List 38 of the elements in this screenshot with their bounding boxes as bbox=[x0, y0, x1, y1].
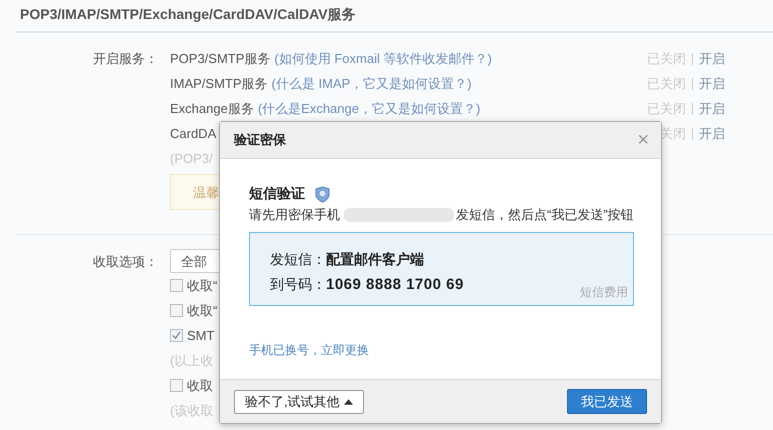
checkbox-label: 收取“ bbox=[187, 302, 218, 320]
checkbox[interactable] bbox=[170, 279, 183, 292]
help-link[interactable]: (如何使用 Foxmail 等软件收发邮件？) bbox=[274, 46, 492, 71]
fee-link[interactable]: 短信费用 bbox=[580, 284, 628, 301]
enable-link[interactable]: 开启 bbox=[699, 71, 725, 96]
field-label: 收取选项： bbox=[93, 254, 158, 269]
page-title: POP3/IMAP/SMTP/Exchange/CardDAV/CalDAV服务 bbox=[16, 6, 773, 33]
enable-link[interactable]: 开启 bbox=[699, 121, 725, 146]
number-label: 到号码： bbox=[270, 276, 326, 292]
shield-icon bbox=[315, 186, 330, 202]
help-link[interactable]: (什么是Exchange，它又是如何设置？) bbox=[258, 96, 480, 121]
alternative-button[interactable]: 验不了,试试其他 bbox=[234, 390, 364, 414]
caret-icon bbox=[344, 398, 353, 404]
checkbox[interactable] bbox=[170, 304, 183, 317]
checkbox-label: SMT bbox=[187, 328, 214, 343]
checkbox-label: 收取 bbox=[187, 376, 213, 394]
help-link[interactable]: (什么是 IMAP，它又是如何设置？) bbox=[272, 71, 472, 96]
enable-link[interactable]: 开启 bbox=[699, 46, 725, 71]
service-name: IMAP/SMTP服务 bbox=[170, 75, 268, 93]
sms-number: 1069 8888 1700 69 bbox=[326, 276, 464, 293]
checkbox[interactable] bbox=[170, 329, 183, 342]
note-text: (以上收 bbox=[170, 352, 214, 370]
checkbox[interactable] bbox=[170, 379, 183, 392]
instruction-text: 发短信，然后点“我已发送”按钮 bbox=[456, 206, 634, 224]
sms-label: 发短信： bbox=[270, 251, 326, 267]
sms-content: 配置邮件客户端 bbox=[326, 251, 424, 267]
dialog-title: 验证密保 bbox=[234, 131, 286, 149]
note-text: (POP3/ bbox=[170, 150, 214, 168]
service-name: POP3/SMTP服务 bbox=[170, 50, 270, 68]
enable-link[interactable]: 开启 bbox=[699, 96, 725, 121]
close-button[interactable]: × bbox=[637, 130, 649, 150]
service-name: CardDA bbox=[170, 125, 216, 143]
confirm-button[interactable]: 我已发送 bbox=[567, 389, 647, 414]
checkbox-label: 收取“ bbox=[187, 276, 218, 294]
field-label: 开启服务： bbox=[93, 51, 158, 66]
change-phone-link[interactable]: 手机已换号，立即更换 bbox=[249, 342, 369, 359]
note-text: (该收取 bbox=[170, 402, 214, 420]
service-name: Exchange服务 bbox=[170, 100, 254, 118]
